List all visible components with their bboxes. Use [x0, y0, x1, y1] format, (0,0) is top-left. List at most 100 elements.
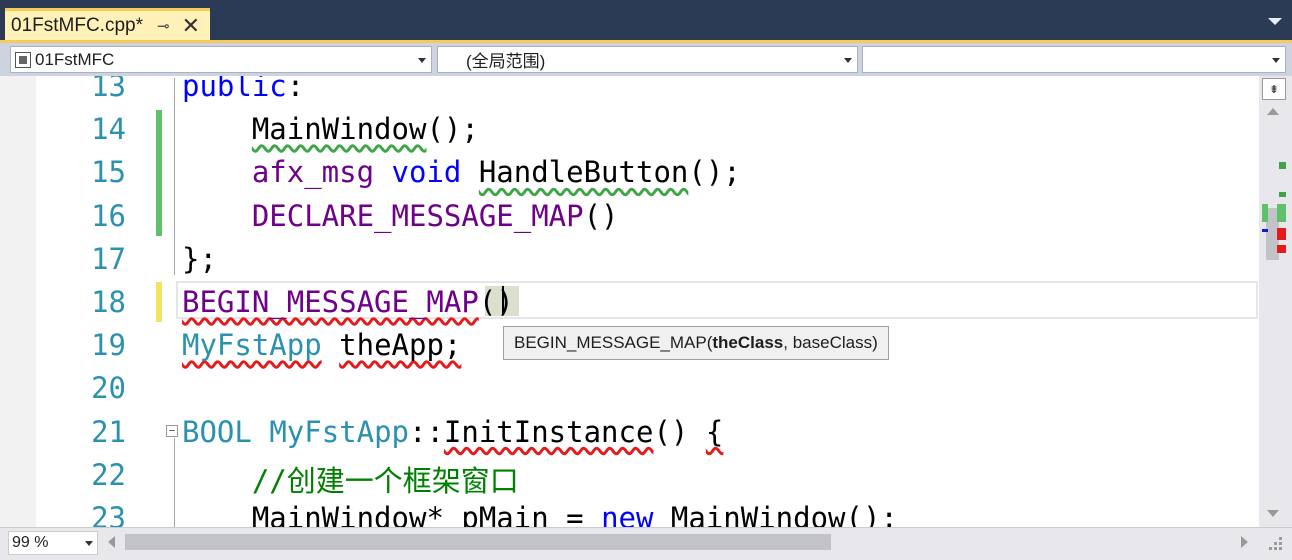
code-line[interactable]: MainWindow* pMain = new MainWindow();: [182, 501, 898, 527]
code-token: MyFstApp: [269, 414, 409, 449]
split-editor-icon[interactable]: ⇟: [1262, 78, 1286, 100]
scroll-left-icon[interactable]: [108, 536, 115, 548]
code-line[interactable]: BOOL MyFstApp::InitInstance() {: [182, 415, 723, 449]
scrollbar-change-marker: [1279, 192, 1286, 197]
code-token: HandleButton: [478, 155, 689, 190]
code-line[interactable]: };: [182, 242, 217, 276]
code-line[interactable]: public:: [182, 76, 304, 103]
code-editor[interactable]: 13 public: 14 MainWindow(); 15 afx_msg void…: [0, 76, 1259, 527]
horizontal-scroll-thumb[interactable]: [125, 534, 831, 550]
parameter-info-tooltip: BEGIN_MESSAGE_MAP(theClass, baseClass): [503, 326, 889, 360]
code-line[interactable]: //创建一个框架窗口: [182, 458, 519, 500]
code-token: (): [478, 285, 514, 319]
unsaved-line-marker: [156, 282, 162, 322]
line-number: 20: [91, 371, 126, 406]
close-icon[interactable]: ✕: [182, 14, 200, 37]
zoom-dropdown[interactable]: 99 %: [8, 531, 98, 555]
code-token: MyFstApp: [182, 328, 322, 363]
code-token: afx_msg: [251, 155, 375, 190]
member-dropdown[interactable]: [862, 46, 1286, 73]
outline-guide: [174, 438, 175, 527]
document-tab-bar: 01FstMFC.cpp* ⊸ ✕: [0, 0, 1292, 40]
scrollbar-error-marker: [1277, 228, 1286, 240]
line-number: 17: [91, 241, 126, 276]
navigation-bar: 01FstMFC (全局范围): [0, 40, 1292, 76]
scrollbar-change-marker: [1277, 204, 1286, 222]
scrollbar-change-marker: [1262, 204, 1268, 222]
code-token: public: [182, 76, 287, 103]
line-number: 18: [91, 285, 126, 319]
line-number: 21: [91, 414, 126, 449]
code-token: };: [182, 241, 217, 276]
code-token: BEGIN_MESSAGE_MAP: [182, 285, 479, 319]
code-token: (): [583, 198, 619, 233]
code-token: //创建一个框架窗口: [251, 463, 519, 498]
code-line[interactable]: DECLARE_MESSAGE_MAP(): [182, 199, 619, 233]
code-token: MainWindow: [251, 112, 427, 147]
line-number: 19: [91, 328, 126, 363]
code-token: BOOL: [182, 414, 252, 449]
chevron-down-icon: [1272, 58, 1280, 63]
scope-dropdown[interactable]: (全局范围): [437, 46, 858, 73]
code-token: void: [391, 155, 462, 190]
code-line[interactable]: MyFstApp theApp;: [182, 328, 461, 362]
changed-lines-marker: [156, 110, 162, 236]
line-number: 14: [91, 112, 126, 147]
zoom-level: 99 %: [12, 534, 49, 551]
line-number: 16: [91, 198, 126, 233]
current-parameter: theClass: [712, 333, 784, 352]
scrollbar-change-marker: [1279, 162, 1286, 169]
line-number: 13: [91, 76, 126, 103]
scroll-up-icon[interactable]: [1267, 108, 1279, 115]
code-token: ();: [426, 112, 479, 147]
document-tab[interactable]: 01FstMFC.cpp* ⊸ ✕: [5, 8, 210, 40]
outline-guide: [174, 78, 175, 275]
code-token: theApp;: [339, 328, 462, 363]
scroll-down-icon[interactable]: [1267, 510, 1279, 517]
pin-icon[interactable]: ⊸: [157, 17, 170, 35]
code-token: ::: [409, 414, 444, 449]
code-token: :: [286, 76, 305, 103]
chevron-down-icon: [844, 58, 852, 63]
code-token: ();: [688, 155, 741, 190]
code-line[interactable]: MainWindow();: [182, 112, 479, 146]
code-token: DECLARE_MESSAGE_MAP: [251, 198, 584, 233]
vertical-scrollbar[interactable]: [1259, 76, 1292, 527]
project-icon: [15, 51, 31, 68]
code-token: MainWindow: [251, 501, 427, 527]
code-line[interactable]: afx_msg void HandleButton();: [182, 155, 741, 189]
code-token: {: [705, 414, 724, 449]
project-dropdown[interactable]: 01FstMFC: [10, 46, 432, 73]
line-number: 23: [91, 501, 126, 527]
chevron-down-icon: [85, 541, 93, 546]
code-token: InitInstance: [443, 414, 654, 449]
scrollbar-error-marker: [1277, 245, 1286, 253]
scrollbar-caret-marker: [1262, 229, 1268, 232]
document-tab-title: 01FstMFC.cpp*: [11, 14, 143, 36]
collapse-icon[interactable]: −: [166, 425, 178, 437]
scope-dropdown-label: (全局范围): [466, 52, 546, 71]
code-line[interactable]: BEGIN_MESSAGE_MAP(): [182, 285, 514, 319]
resize-grip-icon[interactable]: [1266, 534, 1284, 552]
line-number: 22: [91, 457, 126, 492]
text-caret: [502, 286, 504, 314]
line-number: 15: [91, 155, 126, 190]
tab-overflow-dropdown-icon[interactable]: [1268, 18, 1282, 25]
code-token: MainWindow();: [653, 501, 898, 527]
glyph-margin: [0, 76, 36, 527]
code-token: (): [653, 414, 706, 449]
status-scroll-bar: 99 %: [0, 527, 1292, 560]
chevron-down-icon: [418, 58, 426, 63]
code-token: new: [601, 501, 654, 527]
scroll-right-icon[interactable]: [1241, 536, 1248, 548]
code-token: * pMain =: [426, 501, 602, 527]
